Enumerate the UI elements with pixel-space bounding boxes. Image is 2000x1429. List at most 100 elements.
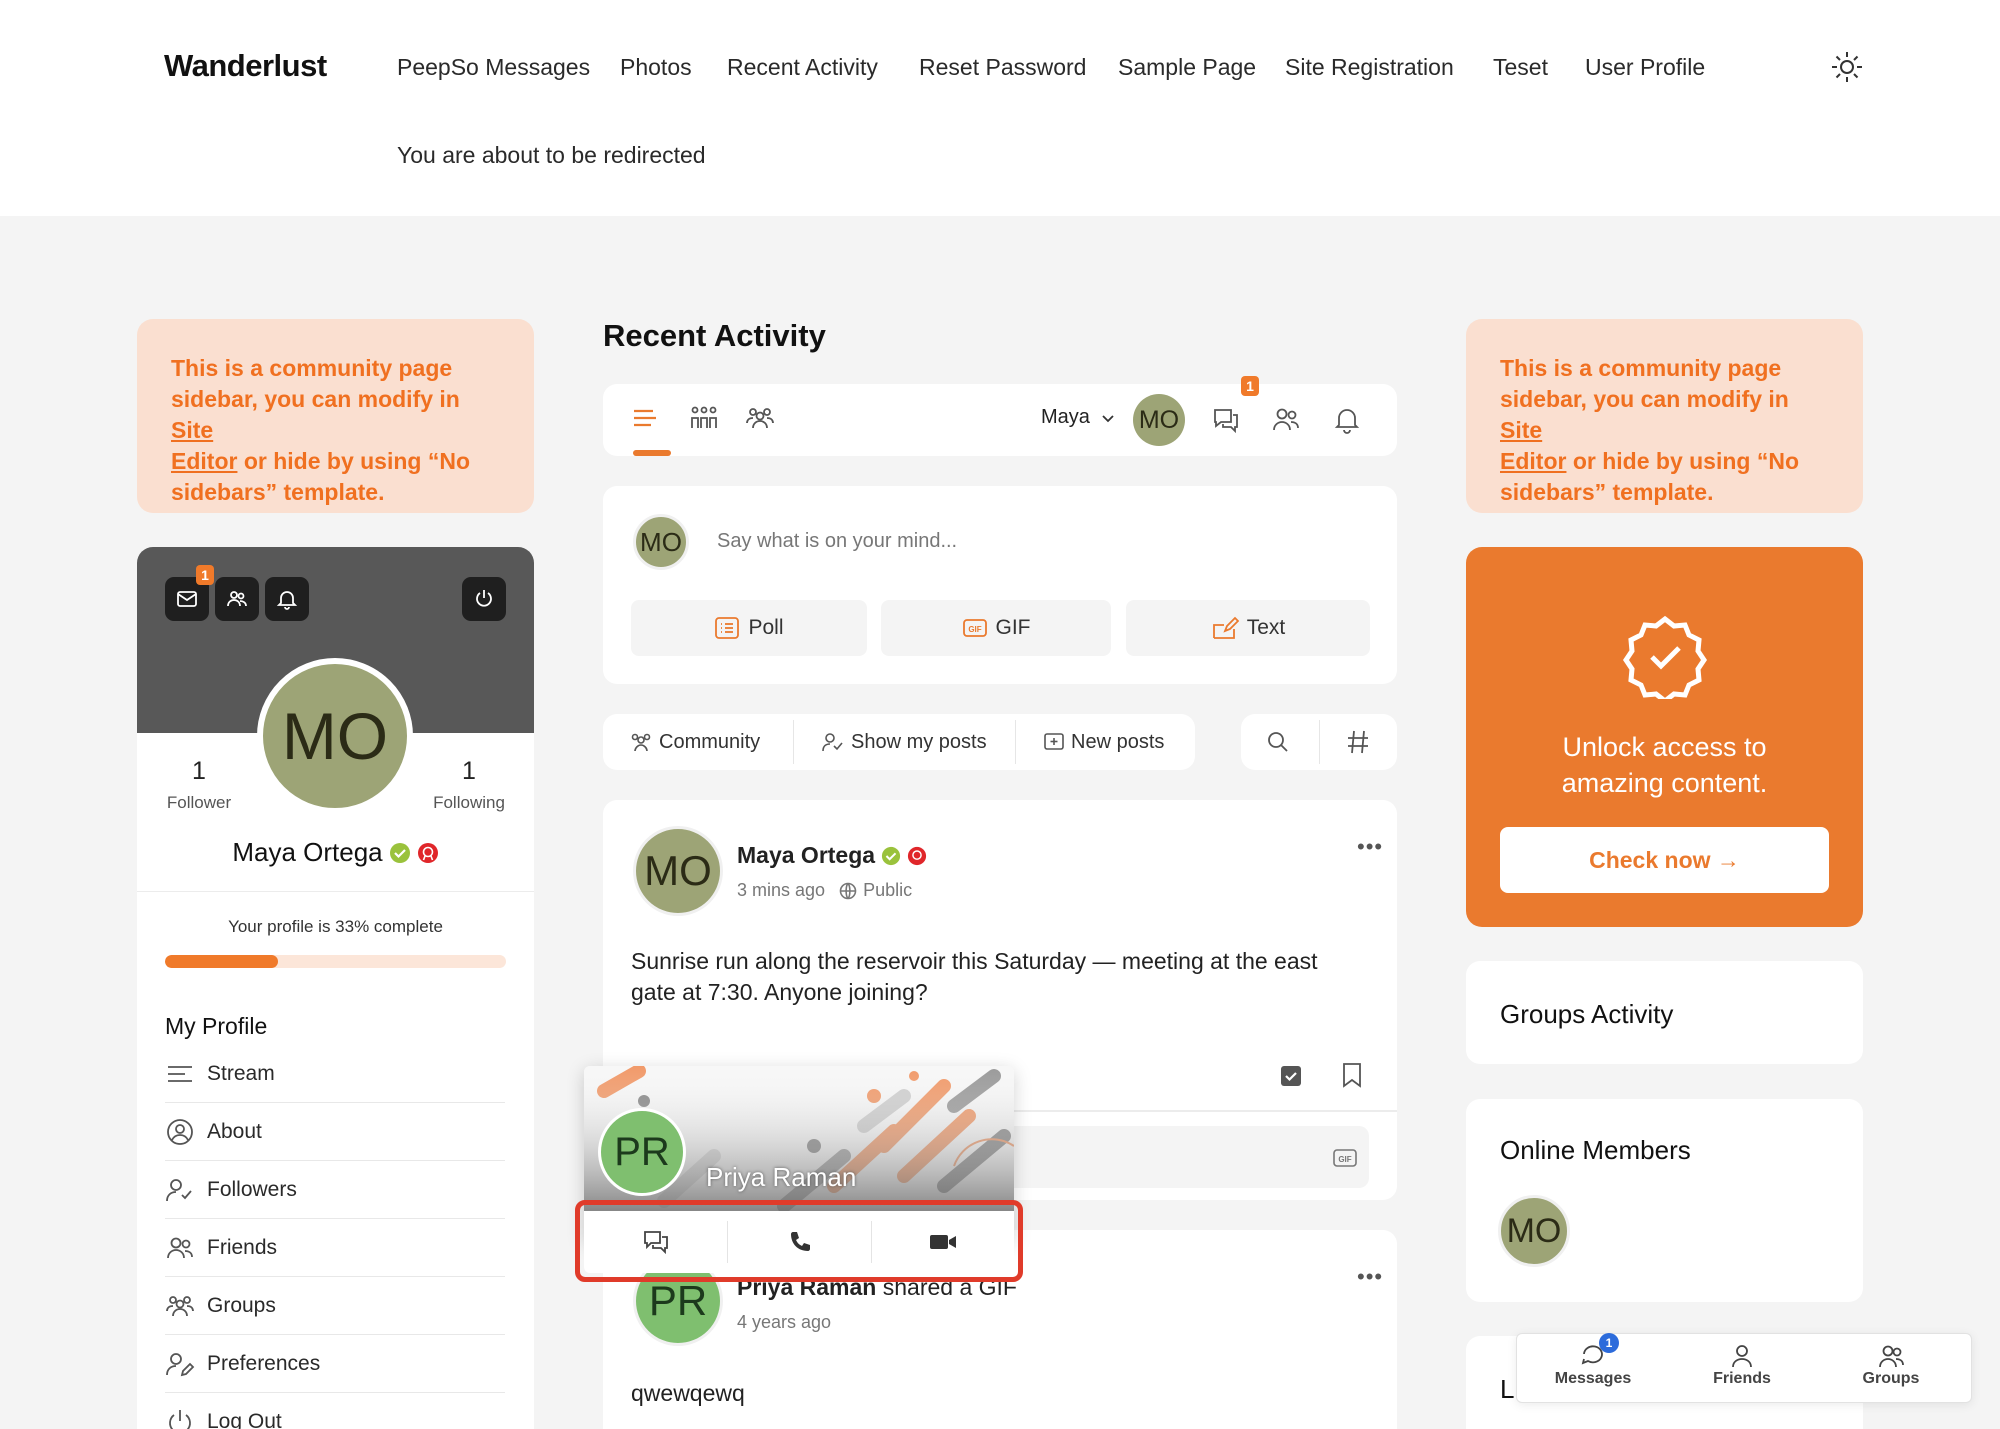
post-options-icon[interactable]: •••	[1357, 1264, 1383, 1290]
menu-about[interactable]: About	[165, 1103, 505, 1161]
toolbar-messages-badge: 1	[1241, 376, 1259, 396]
chat-icon	[1214, 409, 1238, 434]
filter-label: Show my posts	[851, 730, 987, 753]
notice-text: sidebar, you can modify in	[1500, 386, 1789, 412]
envelope-icon	[177, 591, 197, 607]
user-circle-icon	[167, 1118, 193, 1145]
theme-toggle-sun-icon[interactable]	[1830, 50, 1864, 84]
profile-avatar[interactable]: MO	[257, 658, 413, 814]
post-time[interactable]: 4 years ago	[737, 1312, 831, 1333]
toolbar-notifications-button[interactable]	[1333, 406, 1361, 434]
bookmark-icon	[1343, 1063, 1361, 1088]
post-save-button[interactable]	[1341, 1062, 1363, 1088]
menu-friends[interactable]: Friends	[165, 1219, 505, 1277]
followers-count[interactable]: 1	[149, 757, 249, 786]
post-privacy[interactable]: Public	[839, 880, 912, 901]
toolbar-friends-button[interactable]	[1271, 406, 1301, 434]
site-editor-link-2[interactable]: Editor	[1500, 448, 1566, 474]
award-badge-icon	[1622, 615, 1708, 699]
members-tab[interactable]	[689, 404, 719, 432]
user-check-icon	[166, 1178, 192, 1201]
community-icon	[631, 733, 651, 752]
new-post-icon	[1044, 733, 1064, 750]
bottom-nav-groups[interactable]: Groups	[1831, 1342, 1951, 1388]
toolbar-avatar[interactable]: MO	[1133, 394, 1185, 446]
friends-icon	[167, 1237, 193, 1258]
bottom-nav-label: Messages	[1554, 1370, 1632, 1387]
post-author-name[interactable]: Maya Ortega	[737, 842, 875, 869]
profile-name[interactable]: Maya Ortega	[232, 837, 382, 868]
page-title: Recent Activity	[603, 318, 826, 353]
filter-community[interactable]: Community	[629, 714, 760, 770]
filter-bar: Community Show my posts New posts	[603, 714, 1195, 770]
nav-recent-activity[interactable]: Recent Activity	[727, 54, 878, 81]
menu-followers[interactable]: Followers	[165, 1161, 505, 1219]
site-editor-link-2[interactable]: Editor	[171, 448, 237, 474]
unlock-card: Unlock access to amazing content. Check …	[1466, 547, 1863, 927]
menu-preferences[interactable]: Preferences	[165, 1335, 505, 1393]
text-button[interactable]: Text	[1126, 600, 1370, 656]
bottom-nav-friends[interactable]: Friends	[1682, 1342, 1802, 1388]
friends-button[interactable]	[215, 577, 259, 621]
bottom-nav-messages-badge: 1	[1599, 1333, 1619, 1353]
composer-input[interactable]: Say what is on your mind...	[717, 530, 1357, 553]
following-count[interactable]: 1	[419, 757, 519, 786]
menu-logout[interactable]: Log Out	[165, 1393, 505, 1429]
menu-label: Log Out	[207, 1410, 282, 1429]
post-author-avatar[interactable]: MO	[633, 826, 723, 916]
toolbar-messages-button[interactable]	[1211, 406, 1241, 434]
svg-text:GIF: GIF	[968, 625, 981, 634]
menu-stream[interactable]: Stream	[165, 1045, 505, 1103]
followers-label[interactable]: Follower	[139, 793, 259, 813]
post-options-icon[interactable]: •••	[1357, 834, 1383, 860]
poll-button[interactable]: Poll	[631, 600, 867, 656]
stream-tab[interactable]	[631, 404, 659, 432]
check-now-button[interactable]: Check now →	[1500, 827, 1829, 893]
stream-icon	[634, 409, 656, 427]
menu-groups[interactable]: Groups	[165, 1277, 505, 1335]
nav-redirect-notice[interactable]: You are about to be redirected	[397, 142, 706, 169]
friends-icon	[1879, 1345, 1904, 1368]
nav-user-profile[interactable]: User Profile	[1585, 54, 1705, 81]
nav-sample-page[interactable]: Sample Page	[1118, 54, 1256, 81]
site-editor-link[interactable]: Site	[1500, 417, 1542, 443]
user-menu-dropdown[interactable]: Maya	[1041, 406, 1116, 429]
hashtag-button[interactable]	[1345, 728, 1371, 756]
nav-peepso-messages[interactable]: PeepSo Messages	[397, 54, 590, 81]
bottom-nav-messages[interactable]: Messages	[1533, 1342, 1653, 1388]
divider	[793, 720, 794, 764]
logout-button[interactable]	[462, 577, 506, 621]
filter-show-my-posts[interactable]: Show my posts	[821, 714, 987, 770]
filter-new-posts[interactable]: New posts	[1043, 714, 1164, 770]
edit-text-icon	[1212, 616, 1239, 639]
groups-tab[interactable]	[745, 404, 775, 432]
profile-complete-text: Your profile is 33% complete	[228, 917, 443, 936]
post-meta: 3 mins ago Public	[737, 880, 912, 901]
post-pin-button[interactable]	[1279, 1064, 1303, 1088]
post-body-line: gate at 7:30. Anyone joining?	[631, 979, 928, 1005]
checkbox-icon	[1281, 1066, 1301, 1086]
nav-photos[interactable]: Photos	[620, 54, 692, 81]
hover-card-avatar[interactable]: PR	[598, 1108, 686, 1196]
menu-label: Groups	[207, 1293, 276, 1317]
gif-button[interactable]: GIF GIF	[881, 600, 1111, 656]
nav-reset-password[interactable]: Reset Password	[919, 54, 1086, 81]
notifications-button[interactable]	[265, 577, 309, 621]
hashtag-icon	[1348, 730, 1368, 754]
svg-text:GIF: GIF	[1338, 1155, 1351, 1164]
activity-toolbar: Maya MO 1	[603, 376, 1397, 456]
nav-site-registration[interactable]: Site Registration	[1285, 54, 1454, 81]
nav-teset[interactable]: Teset	[1493, 54, 1548, 81]
site-brand[interactable]: Wanderlust	[164, 48, 327, 84]
filter-label: Community	[659, 730, 761, 753]
gif-icon[interactable]: GIF	[1333, 1148, 1357, 1168]
power-icon	[169, 1410, 191, 1429]
hover-card-name[interactable]: Priya Raman	[706, 1162, 856, 1193]
user-edit-icon	[166, 1352, 195, 1376]
post-time[interactable]: 3 mins ago	[737, 880, 825, 901]
online-member-avatar[interactable]: MO	[1498, 1195, 1570, 1267]
award-badge-icon	[417, 842, 438, 863]
site-editor-link[interactable]: Site	[171, 417, 213, 443]
following-label[interactable]: Following	[409, 793, 529, 813]
search-button[interactable]	[1265, 729, 1291, 755]
